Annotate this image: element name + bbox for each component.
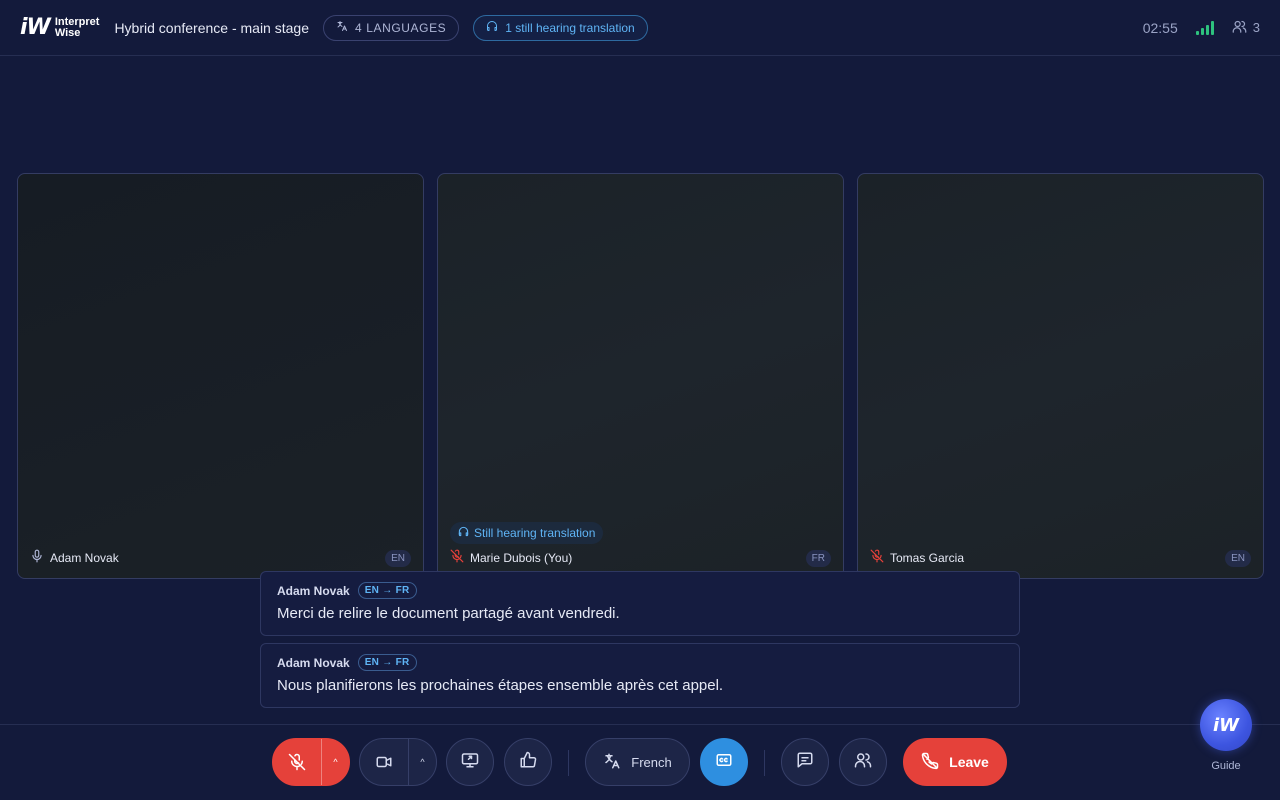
participants-count[interactable]: 3: [1232, 19, 1260, 37]
camera-icon[interactable]: [360, 739, 408, 785]
tile-footer: Adam Novak EN: [30, 548, 411, 568]
video-tile-marie-dubois[interactable]: Still hearing translation Marie Dubois (…: [437, 173, 844, 579]
guide-label: Guide: [1211, 760, 1241, 772]
caption-speaker: Adam Novak: [277, 583, 350, 598]
language-tag: EN: [385, 549, 411, 567]
closed-captions-icon: [715, 751, 733, 774]
translate-icon: [603, 752, 621, 773]
mic-muted-icon[interactable]: [273, 739, 321, 785]
translate-icon: [336, 20, 348, 35]
top-bar: iW Interpret Wise Hybrid conference - ma…: [0, 0, 1280, 56]
tile-footer: Tomas Garcia EN: [870, 548, 1251, 568]
headphones-icon: [486, 20, 498, 35]
signal-bar: [1200, 27, 1204, 35]
signal-bar: [1205, 24, 1209, 35]
chat-button[interactable]: [781, 738, 829, 786]
languages-pill[interactable]: 4 LANGUAGES: [322, 14, 460, 41]
interpretation-language-label: French: [631, 754, 672, 770]
chat-icon: [796, 751, 814, 774]
caption-header: Adam Novak EN → FR: [277, 654, 1003, 671]
language-tag: EN: [1225, 549, 1251, 567]
translation-pill-label: 1 still hearing translation: [505, 20, 635, 35]
toolbar-divider: [568, 750, 569, 776]
video-tile-adam-novak[interactable]: Adam Novak EN: [17, 173, 424, 579]
participant-name: Adam Novak: [50, 551, 119, 565]
signal-strength-icon: [1195, 20, 1214, 35]
caption-speaker: Adam Novak: [277, 655, 350, 670]
leave-call-button[interactable]: Leave: [903, 738, 1007, 786]
people-icon: [854, 751, 872, 774]
share-screen-icon: [461, 751, 479, 774]
headphones-icon: [458, 526, 469, 540]
app-logo: iW Interpret Wise: [20, 15, 99, 40]
logo-line-2: Wise: [54, 26, 81, 39]
participant-name: Tomas Garcia: [890, 551, 965, 565]
leave-call-label: Leave: [949, 754, 989, 770]
caption-translation-direction: EN → FR: [357, 654, 417, 671]
mic-options-chevron-icon[interactable]: ^: [321, 739, 349, 785]
logo-text: Interpret Wise: [54, 15, 100, 39]
logo-line-1: Interpret: [54, 15, 100, 28]
tile-footer: Marie Dubois (You) FR: [450, 548, 831, 568]
participants-button[interactable]: [839, 738, 887, 786]
guide-assistant[interactable]: iW Guide: [1200, 699, 1252, 772]
mic-icon: [30, 549, 44, 568]
signal-bar: [1195, 30, 1199, 35]
participant-name: Marie Dubois (You): [470, 551, 573, 565]
caption-card: Adam Novak EN → FR Merci de relire le do…: [260, 571, 1020, 636]
mic-muted-icon: [870, 549, 884, 568]
badge-label: Still hearing translation: [474, 526, 596, 540]
translation-status-pill[interactable]: 1 still hearing translation: [473, 14, 648, 41]
camera-options-chevron-icon[interactable]: ^: [408, 739, 436, 785]
phone-off-icon: [921, 752, 939, 773]
signal-bar: [1210, 20, 1214, 35]
people-icon: [1232, 19, 1247, 37]
toolbar-divider: [764, 750, 765, 776]
guide-logo-icon[interactable]: iW: [1200, 699, 1252, 751]
share-screen-button[interactable]: [446, 738, 494, 786]
still-hearing-translation-badge: Still hearing translation: [450, 522, 604, 544]
caption-card: Adam Novak EN → FR Nous planifierons les…: [260, 643, 1020, 708]
camera-toggle-button[interactable]: ^: [359, 738, 437, 786]
reaction-button[interactable]: [504, 738, 552, 786]
header-status: 02:55 3: [1143, 19, 1260, 37]
language-tag: FR: [805, 549, 831, 567]
mic-muted-icon: [450, 549, 464, 568]
call-timer: 02:55: [1142, 19, 1178, 36]
mic-toggle-button[interactable]: ^: [272, 738, 350, 786]
caption-text: Nous planifierons les prochaines étapes …: [277, 677, 724, 694]
captions-toggle-button[interactable]: [700, 738, 748, 786]
caption-text: Merci de relire le document partagé avan…: [277, 605, 620, 622]
caption-translation-direction: EN → FR: [357, 582, 417, 599]
video-tile-tomas-garcia[interactable]: Tomas Garcia EN: [857, 173, 1264, 579]
caption-header: Adam Novak EN → FR: [277, 582, 1003, 599]
meeting-title: Hybrid conference - main stage: [114, 19, 309, 36]
thumbs-up-icon: [519, 751, 537, 774]
interpretation-language-button[interactable]: French: [585, 738, 690, 786]
participants-count-value: 3: [1252, 20, 1260, 35]
logo-mark: iW: [20, 15, 51, 40]
languages-pill-label: 4 LANGUAGES: [354, 20, 447, 35]
